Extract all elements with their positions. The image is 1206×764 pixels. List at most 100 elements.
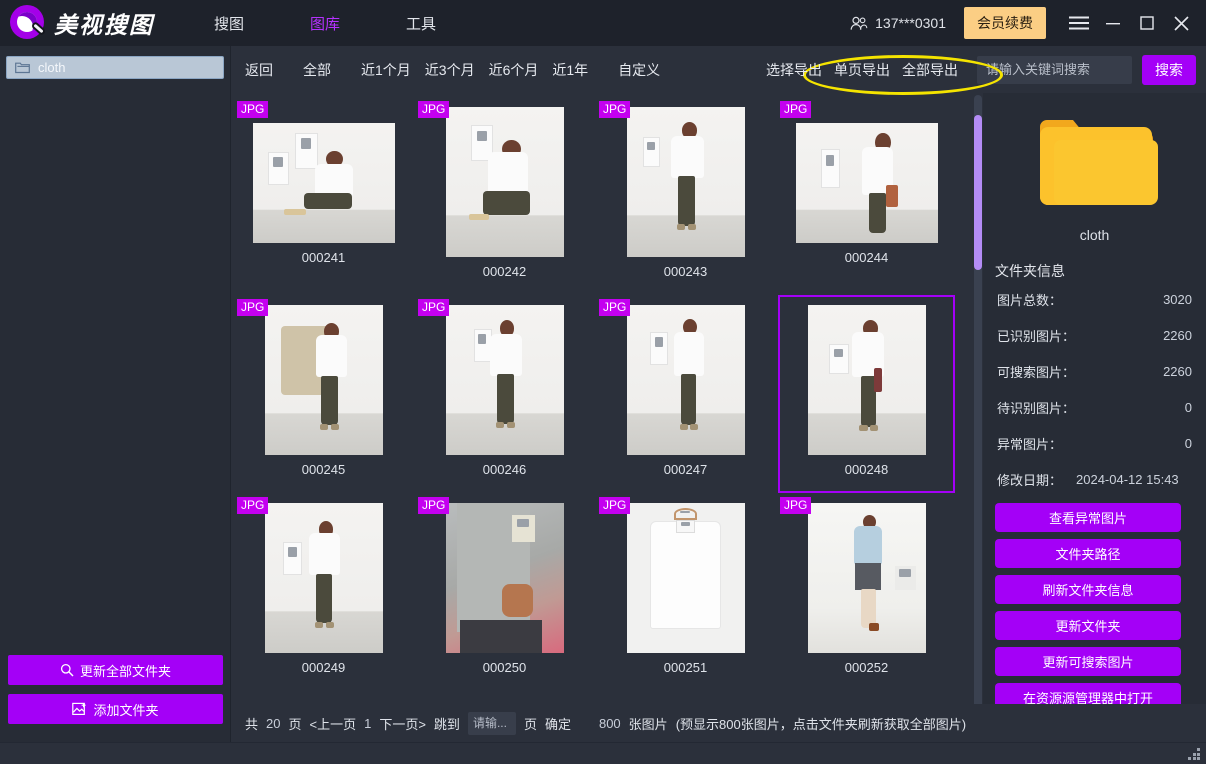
toolbar-right: 选择导出 单页导出 全部导出 搜索 — [766, 55, 1206, 85]
info-row-pending: 待识别图片： 0 — [983, 389, 1206, 425]
file-type-badge: JPG — [780, 101, 811, 118]
thumbnail-item[interactable]: JPG 000242 — [416, 97, 593, 295]
page-unit-label: 页 — [288, 714, 301, 733]
thumbnail-label: 000249 — [302, 660, 345, 675]
export-all-link[interactable]: 全部导出 — [902, 60, 958, 80]
info-row-recognized: 已识别图片： 2260 — [983, 317, 1206, 353]
next-page-link[interactable]: 下一页> — [379, 714, 426, 733]
filter-1-year[interactable]: 近1年 — [552, 60, 588, 80]
file-type-badge: JPG — [780, 497, 811, 514]
nav-tab-search[interactable]: 搜图 — [212, 9, 246, 38]
renew-membership-button[interactable]: 会员续费 — [964, 7, 1046, 39]
close-icon[interactable] — [1164, 7, 1198, 39]
image-count-value: 800 — [599, 716, 621, 731]
thumbnail-gallery[interactable]: JPG 000241 JPG 000242 — [231, 93, 983, 704]
current-page-value: 1 — [364, 716, 371, 731]
app-title: 美视搜图 — [54, 6, 154, 40]
thumbnail-item[interactable]: JPG 000250 — [416, 493, 593, 691]
thumbnail-label: 000246 — [483, 462, 526, 477]
thumbnail-item[interactable]: JPG 000241 — [235, 97, 412, 295]
add-image-icon — [72, 702, 87, 716]
sidebar: cloth 更新全部文件夹 添加文件夹 — [0, 46, 231, 750]
folder-tree: cloth — [0, 46, 230, 79]
thumbnail-image — [446, 107, 564, 257]
update-all-folders-button[interactable]: 更新全部文件夹 — [8, 655, 223, 685]
magnifier-logo-icon — [10, 5, 46, 41]
gallery-scrollbar[interactable] — [974, 95, 982, 711]
thumbnail-label: 000243 — [664, 264, 707, 279]
title-bar: 美视搜图 搜图 图库 工具 137***0301 会员续费 — [0, 0, 1206, 46]
jump-page-unit-label: 页 — [524, 714, 537, 733]
filter-1-month[interactable]: 近1个月 — [361, 60, 411, 80]
thumbnail-item[interactable]: JPG 000251 — [597, 493, 774, 691]
view-abnormal-images-button[interactable]: 查看异常图片 — [995, 503, 1181, 532]
thumbnail-label: 000248 — [845, 462, 888, 477]
info-value: 2024-04-12 15:43 — [1076, 472, 1179, 487]
maximize-icon[interactable] — [1130, 7, 1164, 39]
image-count-unit-label: 张图片 — [629, 714, 668, 733]
jump-to-label: 跳到 — [434, 714, 460, 733]
nav-tab-library[interactable]: 图库 — [308, 9, 342, 38]
thumbnail-image — [796, 123, 938, 243]
resize-grip-icon[interactable] — [1188, 748, 1201, 761]
thumbnail-item[interactable]: JPG 000252 — [778, 493, 955, 691]
confirm-jump-button[interactable]: 确定 — [545, 714, 571, 733]
thumbnail-image — [627, 107, 745, 257]
sidebar-item-cloth[interactable]: cloth — [6, 56, 224, 79]
filter-6-months[interactable]: 近6个月 — [489, 60, 539, 80]
thumbnail-item[interactable]: JPG 000245 — [235, 295, 412, 493]
thumbnail-item[interactable]: JPG 000243 — [597, 97, 774, 295]
info-value: 2260 — [1163, 364, 1192, 379]
search-input[interactable] — [977, 56, 1132, 84]
thumbnail-item[interactable]: JPG 000246 — [416, 295, 593, 493]
thumbnail-label: 000242 — [483, 264, 526, 279]
update-searchable-images-button[interactable]: 更新可搜索图片 — [995, 647, 1181, 676]
nav-tab-tools[interactable]: 工具 — [404, 9, 438, 38]
filter-3-months[interactable]: 近3个月 — [425, 60, 475, 80]
user-icon — [850, 16, 868, 31]
thumbnail-label: 000251 — [664, 660, 707, 675]
info-value: 0 — [1185, 400, 1192, 415]
info-row-searchable: 可搜索图片： 2260 — [983, 353, 1206, 389]
thumbnail-label: 000245 — [302, 462, 345, 477]
thumbnail-item[interactable]: JPG 000249 — [235, 493, 412, 691]
update-all-folders-label: 更新全部文件夹 — [80, 661, 171, 680]
thumbnail-item[interactable]: JPG 000247 — [597, 295, 774, 493]
file-type-badge: JPG — [599, 497, 630, 514]
thumbnail-item[interactable]: JPG 000244 — [778, 97, 955, 295]
main-nav: 搜图 图库 工具 — [212, 9, 500, 38]
export-selected-link[interactable]: 选择导出 — [766, 60, 822, 80]
folder-icon — [15, 61, 30, 74]
folder-action-buttons: 查看异常图片 文件夹路径 刷新文件夹信息 更新文件夹 更新可搜索图片 在资源源管… — [983, 497, 1206, 712]
folder-info-panel: cloth 文件夹信息 图片总数： 3020 已识别图片： 2260 可搜索图片… — [983, 93, 1206, 736]
search-icon — [60, 663, 74, 677]
refresh-folder-info-button[interactable]: 刷新文件夹信息 — [995, 575, 1181, 604]
back-link[interactable]: 返回 — [245, 60, 273, 80]
thumbnail-image — [808, 305, 926, 455]
thumbnail-image — [627, 503, 745, 653]
add-folder-button[interactable]: 添加文件夹 — [8, 694, 223, 724]
export-page-link[interactable]: 单页导出 — [834, 60, 890, 80]
update-folder-button[interactable]: 更新文件夹 — [995, 611, 1181, 640]
file-type-badge: JPG — [418, 497, 449, 514]
filter-all[interactable]: 全部 — [303, 60, 331, 80]
thumbnail-image — [808, 503, 926, 653]
thumbnail-label: 000252 — [845, 660, 888, 675]
gallery-scrollbar-thumb[interactable] — [974, 115, 982, 270]
file-type-badge: JPG — [418, 299, 449, 316]
hamburger-menu-icon[interactable] — [1062, 7, 1096, 39]
file-type-badge: JPG — [237, 497, 268, 514]
date-filter-group: 返回 全部 近1个月 近3个月 近6个月 近1年 自定义 — [231, 60, 690, 80]
info-row-abnormal: 异常图片： 0 — [983, 425, 1206, 461]
search-button[interactable]: 搜索 — [1142, 55, 1196, 85]
thumbnail-item-selected[interactable]: JPG 000248 — [778, 295, 955, 493]
account-info[interactable]: 137***0301 — [850, 15, 946, 31]
info-label: 可搜索图片： — [997, 362, 1075, 381]
minimize-icon[interactable] — [1096, 7, 1130, 39]
prev-page-link[interactable]: <上一页 — [310, 714, 357, 733]
folder-path-button[interactable]: 文件夹路径 — [995, 539, 1181, 568]
folder-name: cloth — [983, 227, 1206, 243]
jump-page-input[interactable] — [468, 712, 516, 735]
filter-custom[interactable]: 自定义 — [618, 60, 660, 80]
info-label: 异常图片： — [997, 434, 1062, 453]
